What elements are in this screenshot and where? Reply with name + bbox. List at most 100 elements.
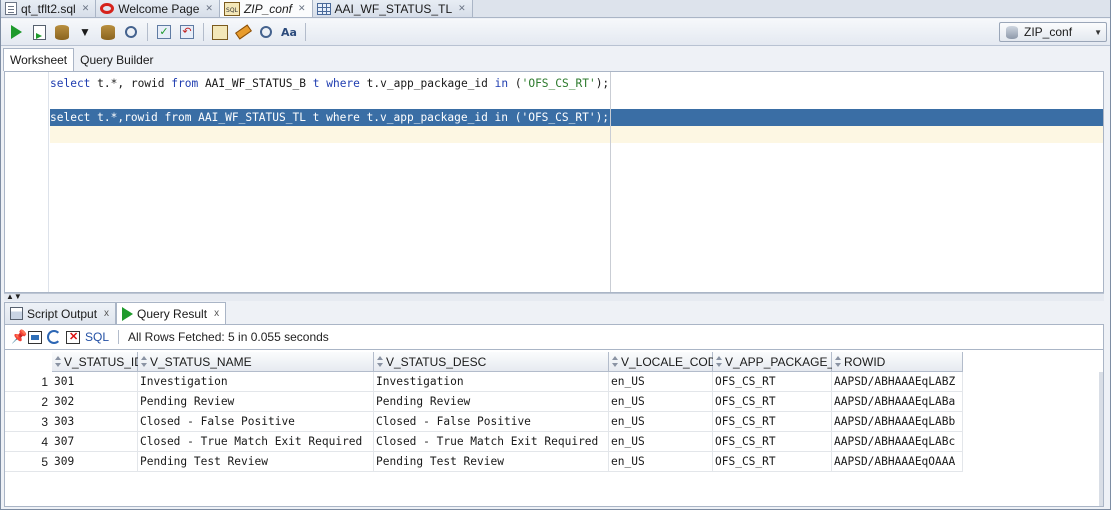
- table-cell[interactable]: Closed - False Positive: [374, 412, 609, 432]
- table-cell[interactable]: Pending Test Review: [374, 452, 609, 472]
- run-script-button[interactable]: [30, 23, 48, 41]
- table-cell[interactable]: en_US: [609, 392, 713, 412]
- clear-button[interactable]: [234, 23, 252, 41]
- close-tab-icon[interactable]: x: [214, 308, 219, 319]
- export-icon[interactable]: [28, 330, 42, 344]
- table-cell[interactable]: 301: [52, 372, 138, 392]
- show-sql-link[interactable]: SQL: [85, 330, 109, 344]
- pane-splitter[interactable]: ▲▼: [4, 293, 1104, 301]
- table-row[interactable]: 3 303 Closed - False Positive Closed - F…: [5, 412, 963, 432]
- sort-icon: [377, 356, 383, 367]
- table-cell[interactable]: Pending Review: [138, 392, 374, 412]
- row-number-header: [5, 352, 52, 372]
- sql-line-1[interactable]: select t.*, rowid from AAI_WF_STATUS_B t…: [50, 75, 1103, 92]
- table-cell[interactable]: AAPSD/ABHAAAEqLABc: [832, 432, 963, 452]
- query-result-icon: [122, 306, 134, 321]
- tab-aai-wf-status-tl[interactable]: AAI_WF_STATUS_TL ✕: [312, 0, 473, 17]
- run-script-icon: [32, 24, 46, 40]
- sql-tuning-button[interactable]: [122, 23, 140, 41]
- fetch-status: All Rows Fetched: 5 in 0.055 seconds: [128, 330, 329, 344]
- collapse-arrows-icon[interactable]: ▲▼: [6, 293, 22, 301]
- tab-label: Query Result: [137, 306, 208, 321]
- right-margin-guide: [610, 72, 611, 292]
- table-cell[interactable]: AAPSD/ABHAAAEqLABZ: [832, 372, 963, 392]
- column-header[interactable]: V_LOCALE_CODE: [609, 352, 724, 372]
- commit-button[interactable]: ✓: [155, 23, 173, 41]
- table-cell[interactable]: en_US: [609, 452, 713, 472]
- table-cell[interactable]: Closed - False Positive: [138, 412, 374, 432]
- tab-welcome-page[interactable]: Welcome Page ✕: [96, 0, 220, 17]
- table-cell[interactable]: OFS_CS_RT: [713, 372, 832, 392]
- column-header-label: V_LOCALE_CODE: [621, 354, 725, 369]
- autotrace-button[interactable]: [53, 23, 71, 41]
- table-cell[interactable]: OFS_CS_RT: [713, 392, 832, 412]
- table-cell[interactable]: AAPSD/ABHAAAEqOAAA: [832, 452, 963, 472]
- rollback-button[interactable]: ↶: [178, 23, 196, 41]
- row-number: 2: [5, 392, 52, 412]
- column-header[interactable]: V_APP_PACKAGE_ID: [713, 352, 846, 372]
- tab-worksheet[interactable]: Worksheet: [3, 48, 75, 71]
- tab-query-builder[interactable]: Query Builder: [74, 48, 159, 71]
- column-header-label: ROWID: [844, 354, 886, 369]
- table-cell[interactable]: 302: [52, 392, 138, 412]
- grid-rows: 1 301 Investigation Investigation en_US …: [5, 372, 963, 472]
- close-tab-icon[interactable]: ✕: [82, 3, 90, 14]
- table-cell[interactable]: 303: [52, 412, 138, 432]
- column-header[interactable]: ROWID: [832, 352, 963, 372]
- explain-plan-button[interactable]: [99, 23, 117, 41]
- connection-selector[interactable]: ZIP_conf ▼: [999, 22, 1107, 42]
- sql-editor[interactable]: select t.*, rowid from AAI_WF_STATUS_B t…: [4, 71, 1104, 293]
- table-cell[interactable]: OFS_CS_RT: [713, 432, 832, 452]
- table-cell[interactable]: en_US: [609, 372, 713, 392]
- table-icon: [316, 2, 331, 15]
- table-cell[interactable]: 309: [52, 452, 138, 472]
- table-row[interactable]: 2 302 Pending Review Pending Review en_U…: [5, 392, 963, 412]
- table-row[interactable]: 5 309 Pending Test Review Pending Test R…: [5, 452, 963, 472]
- row-number: 3: [5, 412, 52, 432]
- current-line-highlight[interactable]: [50, 126, 1103, 143]
- sql-line-3-selected[interactable]: select t.*,rowid from AAI_WF_STATUS_TL t…: [50, 109, 1103, 126]
- result-grid[interactable]: V_STATUS_ID V_STATUS_NAME V_STATUS_DESC …: [4, 349, 1104, 507]
- column-header[interactable]: V_STATUS_DESC: [374, 352, 609, 372]
- unshared-sql-button[interactable]: [211, 23, 229, 41]
- rollback-icon: ↶: [180, 25, 194, 39]
- table-cell[interactable]: AAPSD/ABHAAAEqLABb: [832, 412, 963, 432]
- table-cell[interactable]: OFS_CS_RT: [713, 452, 832, 472]
- pin-icon[interactable]: 📌: [11, 330, 27, 344]
- run-statement-button[interactable]: [7, 23, 25, 41]
- result-tabs: Script Output x Query Result x: [4, 302, 1104, 324]
- table-cell[interactable]: Closed - True Match Exit Required: [374, 432, 609, 452]
- table-cell[interactable]: AAPSD/ABHAAAEqLABa: [832, 392, 963, 412]
- table-cell[interactable]: en_US: [609, 432, 713, 452]
- history-button[interactable]: [257, 23, 275, 41]
- format-button[interactable]: Aa: [280, 23, 298, 41]
- tab-script-output[interactable]: Script Output x: [4, 302, 117, 324]
- close-tab-icon[interactable]: ✕: [298, 3, 306, 14]
- autotrace-dropdown[interactable]: ▼: [76, 23, 94, 41]
- tab-qt-tflt2-sql[interactable]: qt_tflt2.sql ✕: [1, 0, 97, 17]
- close-tab-icon[interactable]: ✕: [205, 3, 213, 14]
- table-cell[interactable]: OFS_CS_RT: [713, 412, 832, 432]
- table-cell[interactable]: Investigation: [374, 372, 609, 392]
- table-cell[interactable]: Investigation: [138, 372, 374, 392]
- tab-query-result[interactable]: Query Result x: [116, 302, 227, 324]
- column-header[interactable]: V_STATUS_ID: [52, 352, 143, 372]
- close-tab-icon[interactable]: ✕: [458, 3, 466, 14]
- grid-header: V_STATUS_ID V_STATUS_NAME V_STATUS_DESC …: [5, 352, 963, 372]
- editor-gutter: [5, 72, 49, 292]
- table-cell[interactable]: Pending Review: [374, 392, 609, 412]
- column-header[interactable]: V_STATUS_NAME: [138, 352, 374, 372]
- table-cell[interactable]: 307: [52, 432, 138, 452]
- table-row[interactable]: 1 301 Investigation Investigation en_US …: [5, 372, 963, 392]
- tab-zip-conf[interactable]: SQL ZIP_conf ✕: [219, 0, 313, 17]
- table-row[interactable]: 4 307 Closed - True Match Exit Required …: [5, 432, 963, 452]
- row-number: 5: [5, 452, 52, 472]
- vertical-scrollbar[interactable]: [1099, 372, 1103, 506]
- table-cell[interactable]: Pending Test Review: [138, 452, 374, 472]
- close-tab-icon[interactable]: x: [104, 308, 109, 319]
- sql-text: t.*, rowid: [90, 77, 172, 90]
- refresh-icon[interactable]: [47, 330, 61, 344]
- table-cell[interactable]: Closed - True Match Exit Required: [138, 432, 374, 452]
- delete-icon[interactable]: [66, 330, 80, 344]
- table-cell[interactable]: en_US: [609, 412, 713, 432]
